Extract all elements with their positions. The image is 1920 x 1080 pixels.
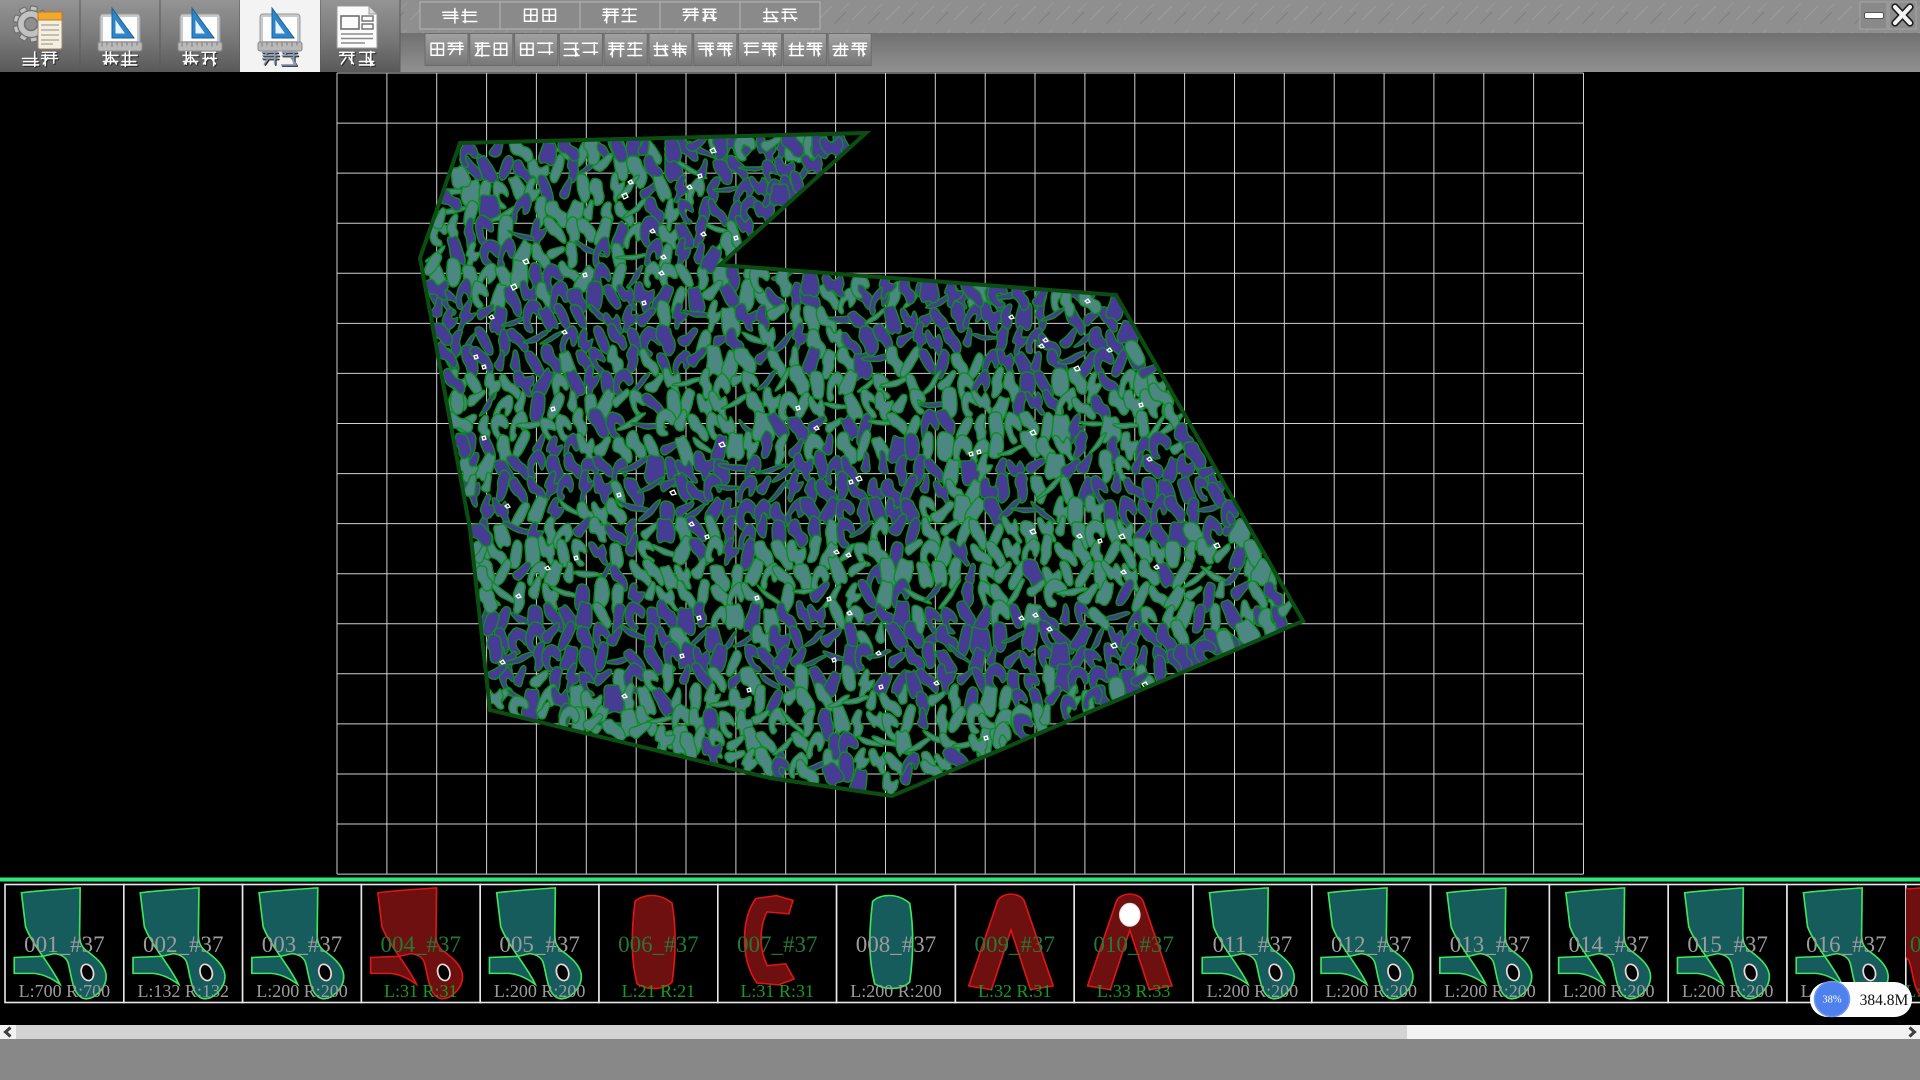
svg-text:L:200 R:200: L:200 R:200 [1444,981,1536,1001]
svg-text:L:33 R:33: L:33 R:33 [1097,981,1171,1001]
svg-text:L:31 R:31: L:31 R:31 [740,981,814,1001]
svg-text:001_#37: 001_#37 [24,932,105,957]
svg-text:L:31 R:31: L:31 R:31 [384,981,458,1001]
svg-text:L:32 R:31: L:32 R:31 [978,981,1052,1001]
svg-text:38%: 38% [1822,995,1842,1006]
svg-text:L:200 R:200: L:200 R:200 [850,981,942,1001]
svg-text:L:21 R:21: L:21 R:21 [622,981,696,1001]
svg-text:016_#37: 016_#37 [1806,932,1887,957]
svg-text:L:700 R:700: L:700 R:700 [19,981,111,1001]
svg-text:014_#37: 014_#37 [1569,932,1650,957]
svg-text:002_#37: 002_#37 [143,932,224,957]
svg-text:013_#37: 013_#37 [1450,932,1531,957]
svg-text:384.8M: 384.8M [1860,992,1909,1009]
svg-text:L:200 R:200: L:200 R:200 [256,981,348,1001]
svg-text:008_#37: 008_#37 [856,932,937,957]
svg-text:009_#37: 009_#37 [975,932,1056,957]
svg-text:0: 0 [1910,932,1920,957]
svg-text:L:200 R:200: L:200 R:200 [1325,981,1417,1001]
svg-text:L:200 R:200: L:200 R:200 [1207,981,1299,1001]
svg-text:015_#37: 015_#37 [1687,932,1768,957]
svg-text:L:200 R:200: L:200 R:200 [494,981,586,1001]
svg-text:011_#37: 011_#37 [1213,932,1293,957]
svg-text:007_#37: 007_#37 [737,932,818,957]
svg-text:012_#37: 012_#37 [1331,932,1412,957]
svg-text:L:132 R:132: L:132 R:132 [137,981,229,1001]
svg-text:010_#37: 010_#37 [1093,932,1174,957]
svg-text:005_#37: 005_#37 [499,932,580,957]
svg-text:L:200 R:200: L:200 R:200 [1682,981,1774,1001]
svg-text:006_#37: 006_#37 [618,932,699,957]
svg-text:003_#37: 003_#37 [262,932,343,957]
svg-text:004_#37: 004_#37 [381,932,462,957]
svg-text:L:200 R:200: L:200 R:200 [1563,981,1655,1001]
